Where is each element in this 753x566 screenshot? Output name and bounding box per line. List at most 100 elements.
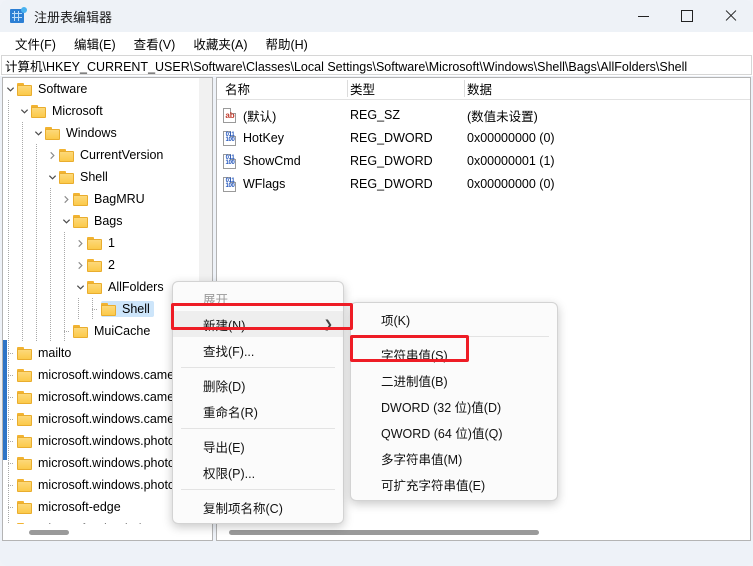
tree-indent-guide [17,166,31,188]
tree-item[interactable]: Bags [3,210,213,232]
table-row[interactable]: 011100ShowCmdREG_DWORD0x00000001 (1) [217,150,750,172]
value-type: REG_DWORD [350,150,433,172]
tree-item[interactable]: BagMRU [3,188,213,210]
dword-value-icon: 011100 [223,131,238,146]
column-data[interactable]: 数据 [467,78,492,99]
new-submenu[interactable]: 项(K) 字符串值(S)二进制值(B)DWORD (32 位)值(D) QWORD … [350,302,558,501]
chevron-down-icon[interactable] [73,276,87,298]
menu-separator [181,428,335,429]
folder-icon [45,127,61,140]
new-binary-value[interactable]: 二进制值(B) [351,367,557,393]
ctx-find[interactable]: 查找(F)... [173,337,343,363]
menu-item-label: 项(K) [381,310,410,329]
tree-indent-guide [3,320,17,342]
menu-favorites[interactable]: 收藏夹(A) [184,32,256,55]
tree-indent-guide [45,298,59,320]
column-type[interactable]: 类型 [350,78,375,99]
ctx-permissions[interactable]: 权限(P)... [173,459,343,485]
values-horizontal-scroll-thumb[interactable] [229,530,539,535]
tree-indent-guide [17,144,31,166]
ctx-expand: 展开 [173,285,343,311]
new-dword-value[interactable]: DWORD (32 位)值(D) [351,393,557,419]
new-key[interactable]: 项(K) [351,306,557,332]
ctx-copy-key-name[interactable]: 复制项名称(C) [173,494,343,520]
dword-value-icon: 011100 [223,154,238,169]
chevron-right-icon[interactable] [59,188,73,210]
tree-item[interactable]: Shell [3,166,213,188]
chevron-down-icon[interactable] [45,166,59,188]
tree-indent-guide [17,298,31,320]
chevron-right-icon[interactable] [73,254,87,276]
tree-horizontal-scrollbar[interactable] [3,524,212,540]
address-bar-container: 计算机\HKEY_CURRENT_USER\Software\Classes\L… [0,54,753,76]
address-input[interactable]: 计算机\HKEY_CURRENT_USER\Software\Classes\L… [1,55,752,75]
new-multi-string-value[interactable]: 多字符串值(M) [351,445,557,471]
minimize-button[interactable] [621,0,665,32]
column-divider[interactable] [347,80,348,97]
folder-icon [73,215,89,228]
folder-icon [87,281,103,294]
tree-item-label: Bags [94,214,123,228]
folder-icon [59,149,75,162]
folder-icon [17,501,33,514]
tree-item[interactable]: 1 [3,232,213,254]
close-button[interactable] [709,0,753,32]
context-menu[interactable]: 展开新建(N)❯查找(F)... 删除(D)重命名(R) 导出(E)权限(P)...… [172,281,344,524]
folder-icon [17,435,33,448]
menu-item-label: QWORD (64 位)值(Q) [381,423,503,442]
table-row[interactable]: 011100WFlagsREG_DWORD0x00000000 (0) [217,173,750,195]
tree-indent-guide [3,166,17,188]
tree-indent-guide [31,188,45,210]
tree-item[interactable]: 2 [3,254,213,276]
chevron-down-icon[interactable] [3,78,17,100]
values-horizontal-scrollbar[interactable] [217,524,750,540]
chevron-right-icon[interactable] [45,144,59,166]
new-string-value[interactable]: 字符串值(S) [351,341,557,367]
close-icon [725,10,737,22]
menu-separator [181,367,335,368]
title-bar: 注册表编辑器 [0,0,753,32]
table-row[interactable]: 011100HotKeyREG_DWORD0x00000000 (0) [217,127,750,149]
tree-horizontal-scroll-thumb[interactable] [29,530,69,535]
ctx-export[interactable]: 导出(E) [173,433,343,459]
new-expandable-string-value[interactable]: 可扩充字符串值(E) [351,471,557,497]
menu-file[interactable]: 文件(F) [6,32,65,55]
tree-item[interactable]: CurrentVersion [3,144,213,166]
tree-indent-guide [45,276,59,298]
tree-item[interactable]: Software [3,78,213,100]
column-name[interactable]: 名称 [225,78,250,99]
new-qword-value[interactable]: QWORD (64 位)值(Q) [351,419,557,445]
value-type: REG_DWORD [350,173,433,195]
value-name-cell: 011100ShowCmd [223,150,301,172]
chevron-down-icon[interactable] [31,122,45,144]
ctx-rename[interactable]: 重命名(R) [173,398,343,424]
column-divider[interactable] [464,80,465,97]
tree-indent-guide [45,210,59,232]
menu-edit[interactable]: 编辑(E) [65,32,125,55]
tree-item[interactable]: Microsoft [3,100,213,122]
value-name: WFlags [243,177,285,191]
tree-indent-guide [17,276,31,298]
ctx-delete[interactable]: 删除(D) [173,372,343,398]
menu-item-label: 复制项名称(C) [203,498,283,517]
tree-item-label: 1 [108,236,115,250]
tree-indent-guide [3,254,17,276]
folder-icon [17,347,33,360]
menu-view[interactable]: 查看(V) [125,32,185,55]
tree-indent-guide [31,254,45,276]
maximize-icon [681,10,693,22]
folder-icon [101,303,117,316]
dword-value-icon: 011100 [223,177,238,192]
maximize-button[interactable] [665,0,709,32]
table-row[interactable]: ab(默认)REG_SZ(数值未设置) [217,104,750,126]
menu-help[interactable]: 帮助(H) [256,32,316,55]
folder-icon [17,83,33,96]
chevron-right-icon[interactable] [73,232,87,254]
folder-icon [59,171,75,184]
chevron-down-icon[interactable] [59,210,73,232]
ctx-new[interactable]: 新建(N)❯ [173,311,343,337]
tree-item[interactable]: Windows [3,122,213,144]
chevron-down-icon[interactable] [17,100,31,122]
tree-vertical-scroll-thumb-left[interactable] [3,340,7,460]
tree-item-label: microsoft.windows.photo [38,456,175,470]
